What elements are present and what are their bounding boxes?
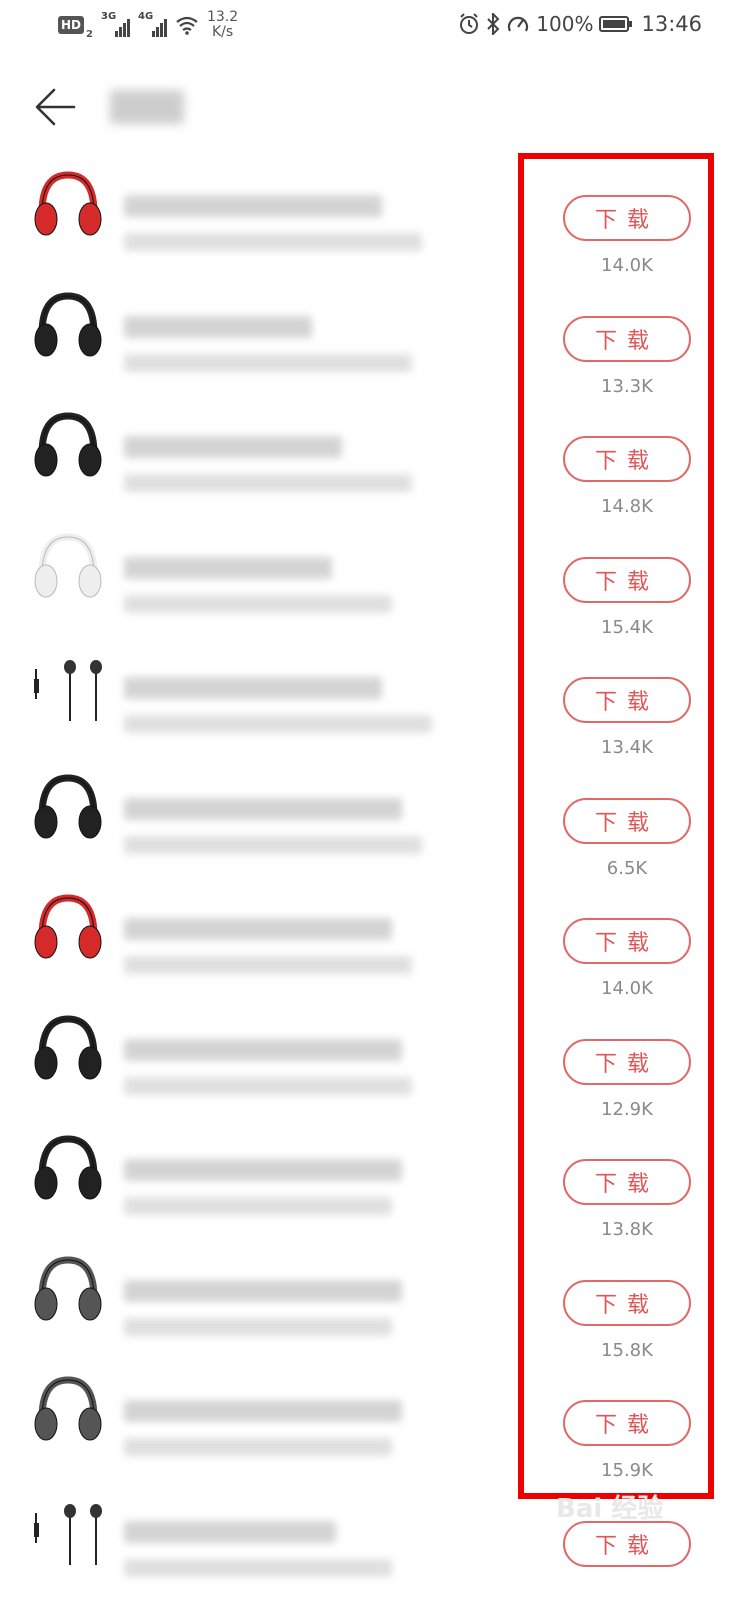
network-type-4g: 4G (137, 11, 154, 22)
page-title-redacted (110, 90, 184, 124)
item-title-redacted (124, 1400, 402, 1422)
signal-4g-icon: 4G (137, 11, 167, 37)
item-subtitle-redacted (124, 1438, 392, 1456)
item-subtitle-redacted (124, 474, 412, 492)
file-size: 12.9K (601, 1098, 653, 1120)
back-button[interactable] (30, 84, 80, 130)
download-button[interactable]: 下载 (563, 677, 691, 723)
network-speed-value: 13.2 (206, 9, 239, 25)
battery-icon (599, 16, 633, 32)
list-item: 下载 14.0K (0, 155, 738, 276)
file-size: 13.3K (601, 375, 653, 397)
download-button[interactable]: 下载 (563, 1520, 691, 1567)
item-subtitle-redacted (124, 233, 422, 251)
item-title-redacted (124, 1038, 402, 1061)
item-title-redacted (124, 1520, 336, 1543)
headphone-white-icon (26, 529, 106, 609)
file-size: 6.5K (606, 857, 648, 879)
headphone-black-icon (26, 770, 106, 850)
item-title-redacted (124, 1279, 402, 1302)
bluetooth-icon (487, 13, 500, 35)
headphone-red-icon (26, 167, 106, 247)
file-size: 15.9K (601, 1460, 653, 1481)
download-button[interactable]: 下载 (563, 556, 691, 603)
item-subtitle-redacted (124, 1197, 392, 1215)
headphone-dj-icon (26, 408, 106, 488)
list-item: 下载 14.0K (0, 878, 738, 999)
download-button[interactable]: 下载 (563, 195, 691, 241)
item-title-redacted (124, 195, 382, 217)
download-button[interactable]: 下载 (563, 797, 691, 844)
file-size: 13.8K (601, 1219, 653, 1240)
status-time: 13:46 (641, 12, 702, 36)
item-title-redacted (124, 677, 382, 699)
list-item: 下载 12.9K (0, 999, 738, 1120)
item-title-redacted (124, 918, 392, 940)
headphone-black-icon (26, 1131, 106, 1211)
performance-mode-icon (508, 16, 529, 32)
item-subtitle-redacted (124, 956, 412, 974)
signal-3g-icon: 3G (100, 11, 130, 37)
list-item: 下载 15.9K (0, 1360, 738, 1481)
download-button[interactable]: 下载 (563, 1159, 691, 1205)
status-bar: HD 2 3G 4G 13.2 K/s 100% 13:46 (0, 0, 738, 56)
list-item: 下载 13.4K (0, 637, 738, 758)
list-item: 下载 13.3K (0, 276, 738, 397)
battery-percentage: 100% (536, 12, 594, 36)
file-size: 14.0K (601, 255, 653, 276)
network-type-3g: 3G (100, 11, 117, 22)
battery-level-fill (603, 20, 626, 28)
item-subtitle-redacted (124, 1076, 412, 1095)
hd-voice-icon: HD (58, 16, 85, 34)
headphone-black-icon (26, 1011, 106, 1091)
download-button[interactable]: 下载 (563, 436, 691, 482)
item-subtitle-redacted (124, 594, 392, 613)
item-subtitle-redacted (124, 835, 422, 854)
item-title-redacted (124, 1159, 402, 1181)
file-size: 15.8K (601, 1339, 653, 1361)
item-subtitle-redacted (124, 353, 412, 372)
network-speed-unit: K/s (211, 24, 234, 40)
hd-sim-number: 2 (86, 29, 93, 40)
watermark-logo: Bai 经验 (556, 1494, 664, 1524)
download-button[interactable]: 下载 (563, 315, 691, 362)
earbuds-icon (26, 649, 106, 729)
download-button[interactable]: 下载 (563, 1279, 691, 1326)
file-size: 13.4K (601, 737, 653, 758)
item-title-redacted (124, 797, 402, 820)
wifi-icon (176, 16, 198, 35)
list-item: 下载 13.8K (0, 1119, 738, 1240)
download-button[interactable]: 下载 (563, 1038, 691, 1085)
item-title-redacted (124, 315, 312, 338)
list-item: 下载 14.8K (0, 396, 738, 517)
back-arrow-icon (35, 88, 76, 126)
item-subtitle-redacted (124, 1317, 392, 1336)
headphone-red-icon (26, 890, 106, 970)
headphone-grey-icon (26, 1252, 106, 1332)
item-subtitle-redacted (124, 1558, 392, 1577)
download-button[interactable]: 下载 (563, 1400, 691, 1446)
list-item: 下载 15.4K (0, 517, 738, 638)
network-speed: 13.2 K/s (207, 10, 238, 40)
item-subtitle-redacted (124, 715, 432, 733)
item-title-redacted (124, 436, 342, 458)
headphone-grey-icon (26, 1372, 106, 1452)
top-app-bar (0, 64, 738, 154)
file-size: 15.4K (601, 616, 653, 638)
download-button[interactable]: 下载 (563, 918, 691, 964)
headphone-black-icon (26, 288, 106, 368)
list-item: 下载 6.5K (0, 758, 738, 879)
file-size: 14.0K (601, 978, 653, 999)
list-item: 下载 15.8K (0, 1240, 738, 1361)
item-title-redacted (124, 556, 332, 579)
file-size: 14.8K (601, 496, 653, 517)
alarm-icon (460, 13, 479, 34)
earbuds-grey-icon (26, 1493, 106, 1573)
